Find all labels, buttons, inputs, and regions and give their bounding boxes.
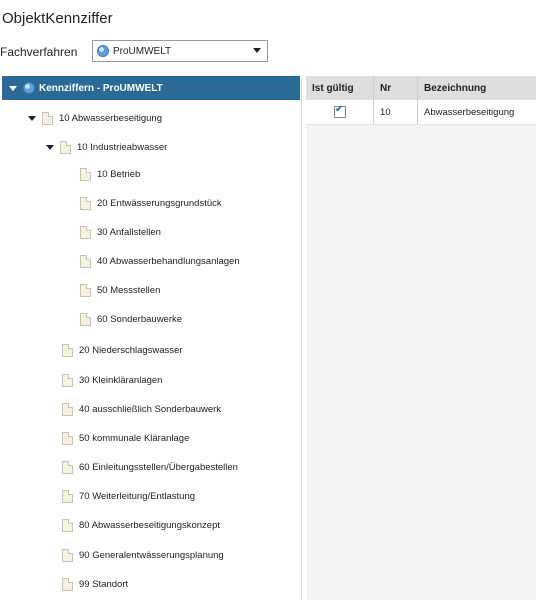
tree-node[interactable]: 30 Anfallstellen: [80, 224, 161, 240]
document-icon: [62, 460, 73, 474]
document-icon: [62, 431, 73, 445]
tree-node[interactable]: 30 Kleinkläranlagen: [62, 372, 162, 388]
ist-gueltig-cell: [306, 100, 374, 124]
expand-arrow-icon[interactable]: [9, 85, 17, 91]
tree-node-label: 40 ausschließlich Sonderbauwerk: [79, 403, 222, 415]
document-icon: [80, 167, 91, 181]
tree-node[interactable]: 50 kommunale Kläranlage: [62, 430, 189, 446]
window-title: ObjektKennziffer: [2, 10, 113, 27]
tree-node[interactable]: 10 Industrieabwasser: [46, 139, 167, 155]
tree-node-label: 99 Standort: [79, 578, 129, 590]
document-icon: [80, 196, 91, 210]
nr-cell: 10: [374, 100, 418, 124]
kennziffer-grid[interactable]: Ist gültig Nr Bezeichnung 10 Abwasserbes…: [306, 76, 536, 600]
document-icon: [62, 489, 73, 503]
tree-node-label: 80 Abwasserbeseitigungskonzept: [79, 519, 221, 531]
tree-node[interactable]: 10 Betrieb: [80, 166, 140, 182]
ist-gueltig-checkbox[interactable]: [334, 104, 346, 118]
tree-node-label: 30 Anfallstellen: [97, 226, 161, 238]
tree-node[interactable]: 90 Generalentwässerungsplanung: [62, 547, 224, 563]
document-icon: [62, 577, 73, 591]
document-icon: [80, 283, 91, 297]
tree-node-label: 60 Sonderbauwerke: [97, 313, 183, 325]
grid-header: Ist gültig Nr Bezeichnung: [306, 76, 536, 100]
tree-root-node[interactable]: Kennziffern - ProUMWELT: [2, 76, 300, 100]
tree-node[interactable]: 60 Sonderbauwerke: [80, 311, 182, 327]
tree-node[interactable]: 70 Weiterleitung/Entlastung: [62, 488, 195, 504]
document-icon: [80, 254, 91, 268]
fachverfahren-label: Fachverfahren: [0, 45, 78, 59]
tree-node-label: 50 kommunale Kläranlage: [79, 432, 190, 444]
tree-node-label: 50 Messstellen: [97, 284, 161, 296]
tree-node-label: 10 Betrieb: [97, 168, 141, 180]
document-icon: [62, 518, 73, 532]
document-icon: [62, 402, 73, 416]
tree-node-label: 10 Abwasserbeseitigung: [59, 112, 162, 124]
fachverfahren-value: ProUMWELT: [113, 45, 172, 57]
expand-arrow-icon[interactable]: [46, 144, 54, 150]
tree-node-label: 20 Niederschlagswasser: [79, 344, 183, 356]
document-icon: [42, 111, 53, 125]
document-icon: [62, 548, 73, 562]
kennziffer-tree[interactable]: Kennziffern - ProUMWELT 10 Abwasserbesei…: [0, 76, 302, 600]
tree-node[interactable]: 40 Abwasserbehandlungsanlagen: [80, 253, 240, 269]
column-header-bezeichnung[interactable]: Bezeichnung: [418, 76, 536, 100]
tree-node[interactable]: 20 Niederschlagswasser: [62, 342, 183, 358]
globe-icon: [97, 45, 109, 57]
tree-node[interactable]: 60 Einleitungsstellen/Übergabestellen: [62, 459, 238, 475]
globe-icon: [23, 82, 35, 94]
tree-root-label: Kennziffern - ProUMWELT: [39, 82, 163, 94]
document-icon: [62, 343, 73, 357]
expand-arrow-icon[interactable]: [28, 115, 36, 121]
column-header-nr[interactable]: Nr: [374, 76, 418, 100]
document-icon: [62, 373, 73, 387]
tree-node[interactable]: 20 Entwässerungsgrundstück: [80, 195, 222, 211]
tree-node-label: 90 Generalentwässerungsplanung: [79, 549, 224, 561]
tree-node-label: 10 Industrieabwasser: [77, 141, 168, 153]
tree-node-label: 40 Abwasserbehandlungsanlagen: [97, 255, 240, 267]
tree-node[interactable]: 80 Abwasserbeseitigungskonzept: [62, 517, 220, 533]
tree-node[interactable]: 40 ausschließlich Sonderbauwerk: [62, 401, 221, 417]
tree-node-label: 20 Entwässerungsgrundstück: [97, 197, 222, 209]
chevron-down-icon[interactable]: [253, 48, 261, 53]
document-icon: [80, 312, 91, 326]
table-row[interactable]: 10 Abwasserbeseitigung: [306, 100, 536, 125]
document-icon: [60, 140, 71, 154]
column-header-ist-gueltig[interactable]: Ist gültig: [306, 76, 374, 100]
tree-node[interactable]: 10 Abwasserbeseitigung: [28, 110, 162, 126]
document-icon: [80, 225, 91, 239]
tree-node-label: 70 Weiterleitung/Entlastung: [79, 490, 196, 502]
tree-node-label: 30 Kleinkläranlagen: [79, 374, 163, 386]
tree-node-label: 60 Einleitungsstellen/Übergabestellen: [79, 461, 238, 473]
tree-node[interactable]: 50 Messstellen: [80, 282, 160, 298]
tree-node[interactable]: 99 Standort: [62, 576, 128, 592]
bezeichnung-cell: Abwasserbeseitigung: [424, 106, 515, 118]
fachverfahren-dropdown[interactable]: ProUMWELT: [92, 40, 268, 62]
